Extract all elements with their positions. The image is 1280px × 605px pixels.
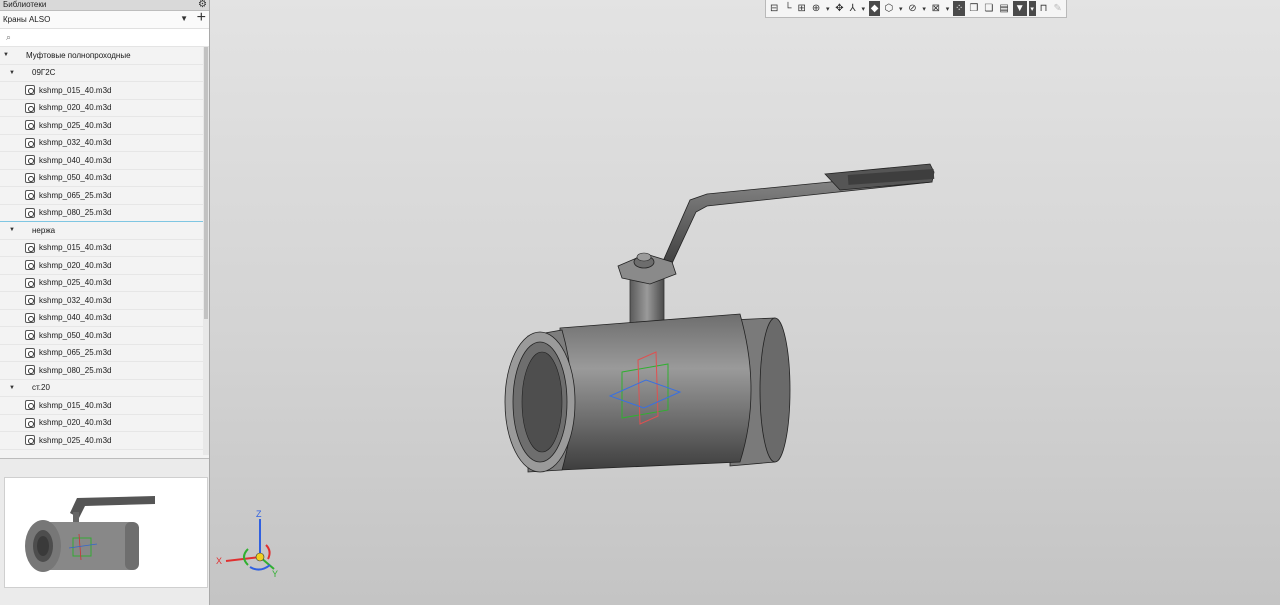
search-icon: ⌕ <box>6 32 12 42</box>
tree-scrollbar[interactable] <box>203 47 209 455</box>
tree-item-label: kshmp_015_40.m3d <box>39 243 112 253</box>
tree-item-label: kshmp_015_40.m3d <box>39 85 112 95</box>
tree-item-label: ст.20 <box>32 383 50 393</box>
panel-title: Библиотеки <box>3 0 47 9</box>
tree-group-folder[interactable]: ▼ Муфтовые полнопроходные <box>0 47 203 65</box>
libraries-panel: Библиотеки ⚙ Краны ALSO ▼ + ⌕ ▼ Муфтовые … <box>0 0 210 605</box>
model-file-icon <box>25 207 35 218</box>
search-input[interactable]: ⌕ <box>0 29 209 47</box>
tree-file-item[interactable]: kshmp_050_40.m3d <box>0 170 203 187</box>
tree-item-label: нержа <box>32 225 56 235</box>
tree-file-item[interactable]: kshmp_015_40.m3d <box>0 240 203 257</box>
chevron-down-icon[interactable]: ▼ <box>3 52 9 58</box>
library-selector[interactable]: Краны ALSO ▼ + <box>0 9 209 29</box>
tree-file-item[interactable]: kshmp_040_40.m3d <box>0 310 203 327</box>
axis-z-label: Z <box>256 509 262 519</box>
tree-file-item[interactable]: kshmp_020_40.m3d <box>0 100 203 117</box>
chevron-down-icon[interactable]: ▼ <box>180 14 188 23</box>
chevron-down-icon[interactable]: ▼ <box>9 70 15 76</box>
tree-item-label: kshmp_065_25.m3d <box>39 348 112 358</box>
tree-file-item[interactable]: kshmp_080_25.m3d <box>0 362 203 380</box>
library-name: Краны ALSO <box>3 15 51 24</box>
tree-item-label: kshmp_080_25.m3d <box>39 208 112 218</box>
preview-area <box>0 458 209 605</box>
scrollbar-thumb[interactable] <box>204 47 208 319</box>
model-file-icon <box>25 155 35 165</box>
tree-item-label: kshmp_032_40.m3d <box>39 295 112 305</box>
model-file-icon <box>25 365 35 375</box>
tree-file-item[interactable]: kshmp_065_25.m3d <box>0 187 203 205</box>
tree-file-item[interactable]: kshmp_032_40.m3d <box>0 135 203 152</box>
model-file-icon <box>25 85 35 95</box>
add-library-button[interactable]: + <box>197 9 206 27</box>
model-preview <box>4 477 208 588</box>
tree-file-item[interactable]: kshmp_025_40.m3d <box>0 117 203 135</box>
model-file-icon <box>25 137 35 148</box>
model-file-icon <box>25 312 35 323</box>
axis-y-label: Y <box>272 569 278 579</box>
tree-item-label: kshmp_040_40.m3d <box>39 313 112 323</box>
panel-header: Библиотеки ⚙ <box>0 0 209 11</box>
tree-file-item[interactable]: kshmp_050_40.m3d <box>0 327 203 345</box>
model-viewport[interactable]: ⊟ └ ⊞ ⊕ ▾ ✥ ⅄ ▾ ◆ ⬡ ▾ ⊘ ▾ ⊠ ▾ ⁘ ❐ ❏ ▤ ▼ ▾ ⊓ ✎ <box>210 0 1280 605</box>
tree-item-label: kshmp_025_40.m3d <box>39 435 112 445</box>
model-file-icon <box>25 417 35 428</box>
tree-file-item[interactable]: kshmp_065_25.m3d <box>0 345 203 362</box>
tree-file-item[interactable]: kshmp_080_25.m3d <box>0 205 203 222</box>
ball-valve-model[interactable] <box>210 0 1280 605</box>
axis-x-label: X <box>216 556 222 566</box>
model-file-icon <box>25 347 35 358</box>
library-tree: ▼ Муфтовые полнопроходные ▼ 09Г2С kshmp_015_… <box>0 47 203 455</box>
tree-item-label: kshmp_040_40.m3d <box>39 155 112 165</box>
tree-subfolder[interactable]: ▼ ст.20 <box>0 380 203 397</box>
tree-item-label: kshmp_020_40.m3d <box>39 103 112 113</box>
model-file-icon <box>25 172 35 183</box>
tree-item-label: Муфтовые полнопроходные <box>26 50 131 60</box>
model-file-icon <box>25 400 35 410</box>
tree-file-item[interactable]: kshmp_020_40.m3d <box>0 257 203 275</box>
tree-item-label: kshmp_015_40.m3d <box>39 400 112 410</box>
tree-item-label: kshmp_025_40.m3d <box>39 278 112 288</box>
tree-item-label: kshmp_065_25.m3d <box>39 190 112 200</box>
tree-file-item[interactable]: kshmp_025_40.m3d <box>0 275 203 292</box>
tree-file-item[interactable]: kshmp_025_40.m3d <box>0 432 203 450</box>
model-file-icon <box>25 120 35 130</box>
model-file-icon <box>25 295 35 305</box>
tree-file-item[interactable]: kshmp_020_40.m3d <box>0 415 203 432</box>
model-file-icon <box>25 260 35 270</box>
axis-triad: Z X Y <box>216 509 278 579</box>
tree-file-item[interactable]: kshmp_015_40.m3d <box>0 82 203 100</box>
tree-item-label: kshmp_050_40.m3d <box>39 173 112 183</box>
model-file-icon <box>25 102 35 113</box>
model-file-icon <box>25 330 35 340</box>
tree-item-label: kshmp_050_40.m3d <box>39 330 112 340</box>
model-file-icon <box>25 435 35 445</box>
tree-item-label: kshmp_080_25.m3d <box>39 365 112 375</box>
preview-valve-icon <box>25 496 155 572</box>
tree-file-item[interactable]: kshmp_032_40.m3d <box>0 292 203 310</box>
tree-item-label: kshmp_020_40.m3d <box>39 260 112 270</box>
tree-item-label: kshmp_032_40.m3d <box>39 138 112 148</box>
model-file-icon <box>25 242 35 253</box>
chevron-down-icon[interactable]: ▼ <box>9 385 15 391</box>
tree-file-item[interactable]: kshmp_015_40.m3d <box>0 397 203 415</box>
tree-item-label: kshmp_020_40.m3d <box>39 418 112 428</box>
tree-item-label: 09Г2С <box>32 68 56 78</box>
model-file-icon <box>25 190 35 200</box>
tree-item-label: kshmp_025_40.m3d <box>39 120 112 130</box>
tree-file-item[interactable]: kshmp_040_40.m3d <box>0 152 203 170</box>
chevron-down-icon[interactable]: ▼ <box>9 227 15 233</box>
tree-subfolder[interactable]: ▼ нержа <box>0 222 203 240</box>
tree-subfolder[interactable]: ▼ 09Г2С <box>0 65 203 82</box>
model-file-icon <box>25 277 35 288</box>
